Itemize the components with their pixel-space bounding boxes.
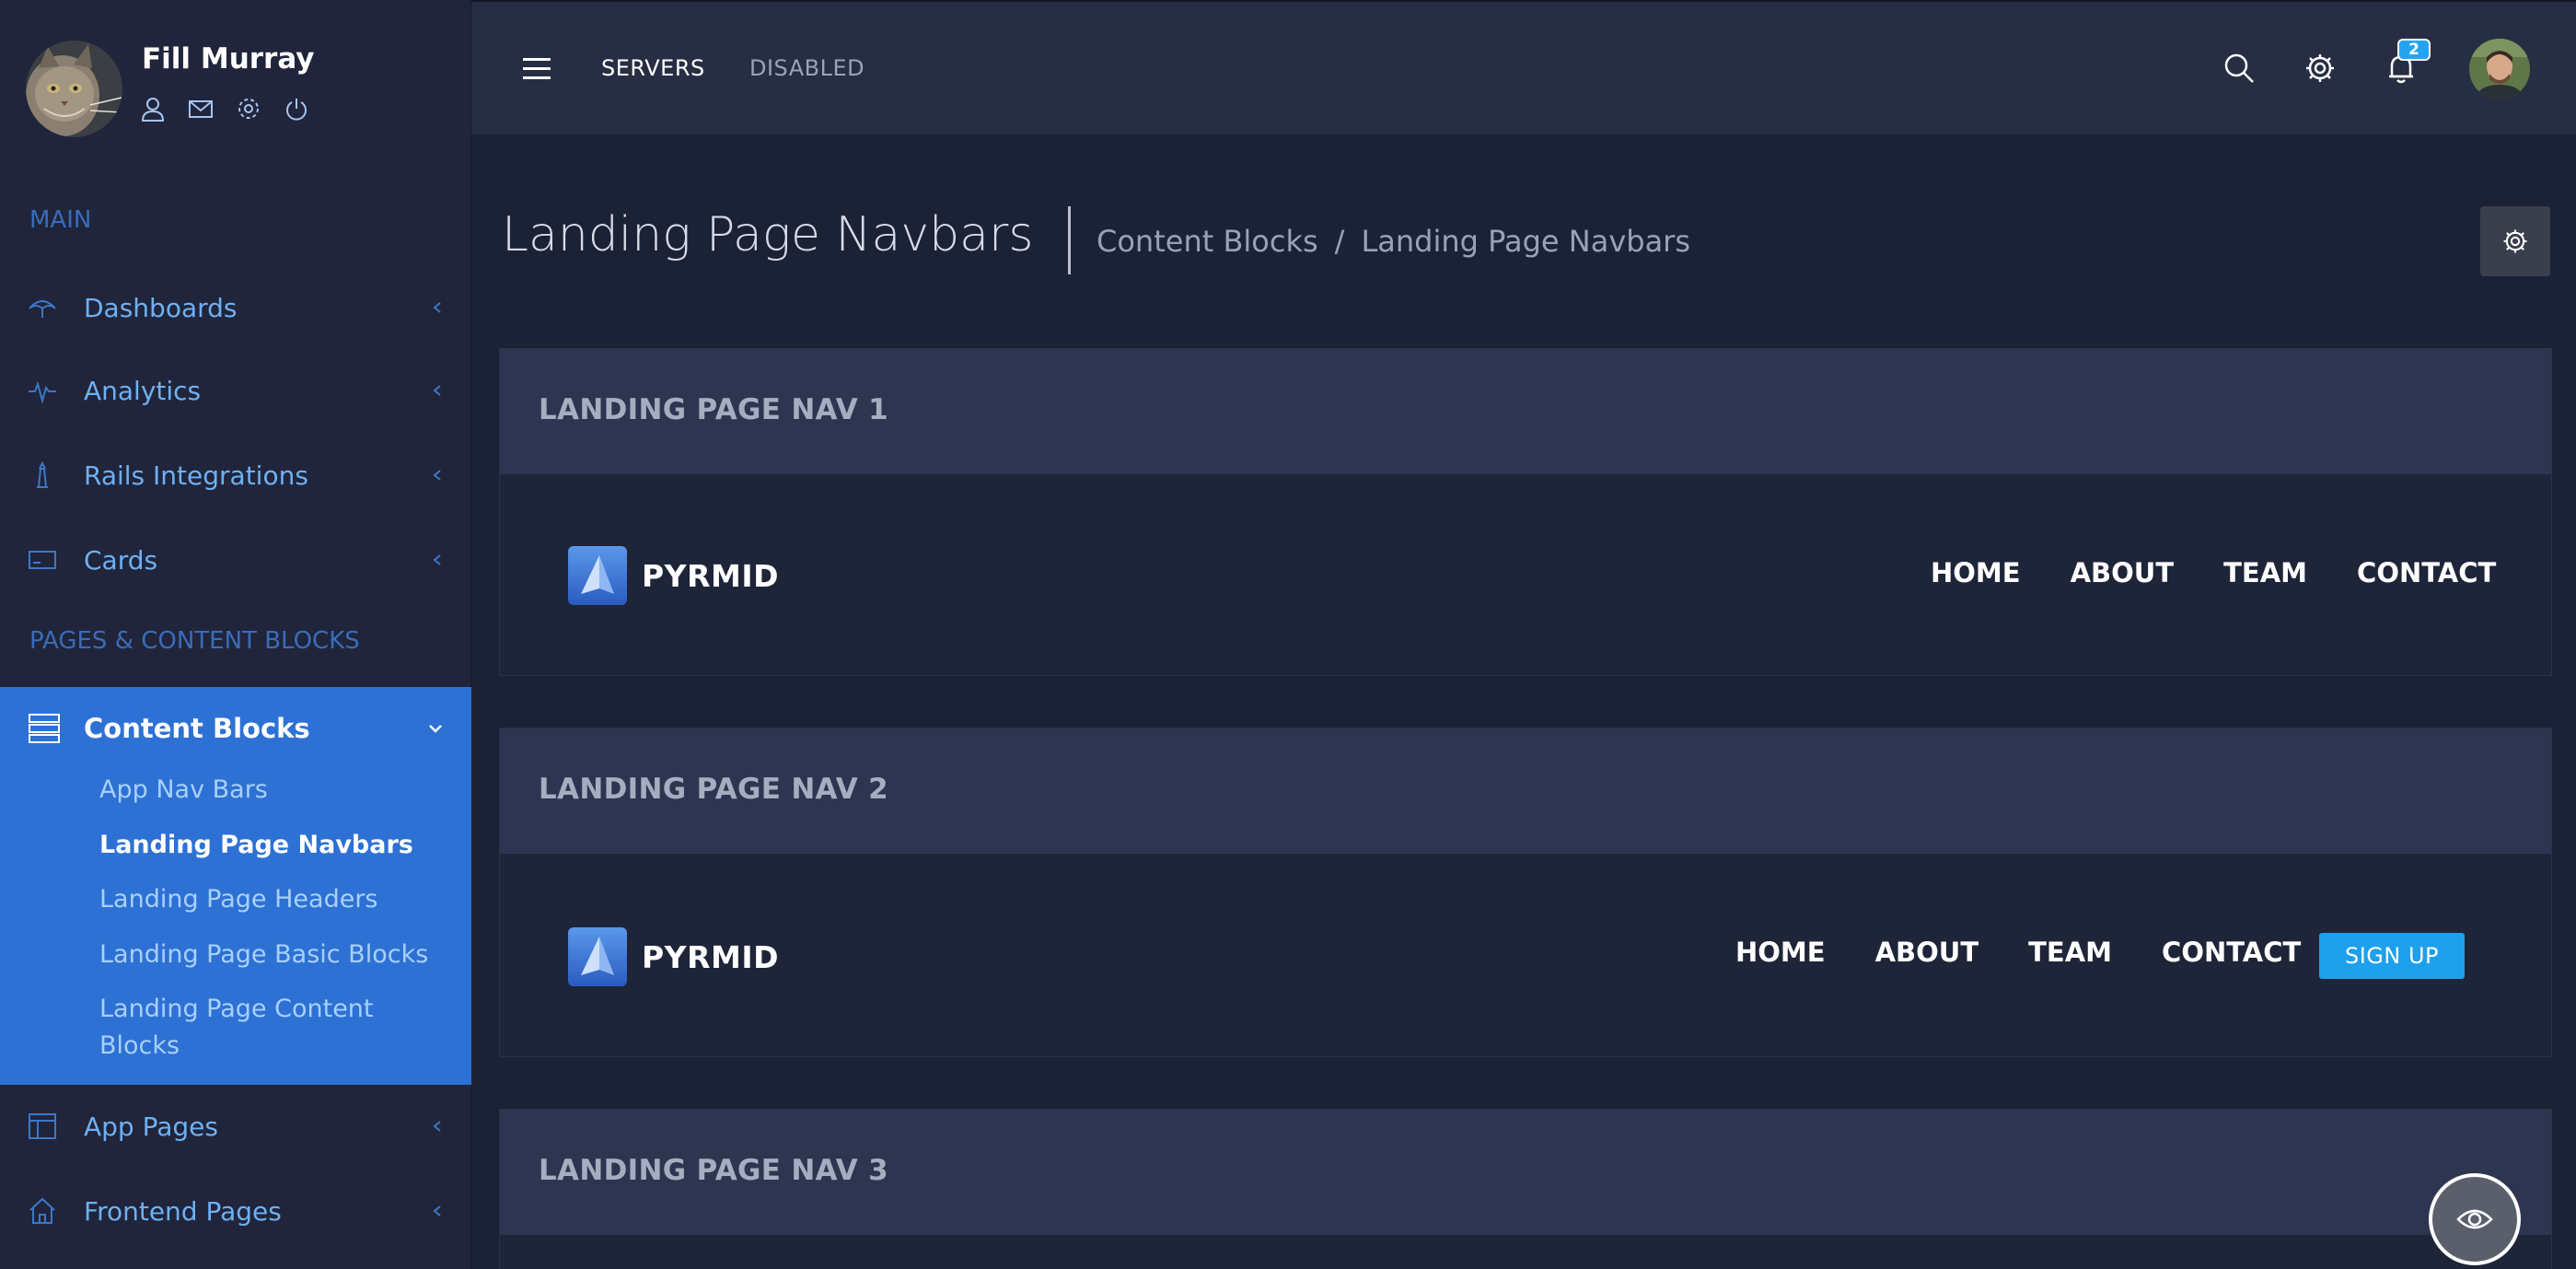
sidebar-item-label: Analytics bbox=[84, 375, 202, 406]
topbar-link-servers[interactable]: SERVERS bbox=[601, 55, 705, 81]
card-landing-page-nav-1: LANDING PAGE NAV 1 PYRMID HOME ABOUT TEA… bbox=[499, 348, 2552, 676]
gear-icon bbox=[2503, 229, 2527, 253]
chevron-left-icon bbox=[431, 469, 444, 482]
sidebar-item-label: Content Blocks bbox=[84, 713, 310, 744]
nav-link-home[interactable]: HOME bbox=[1931, 557, 2021, 588]
user-profile: Fill Murray bbox=[26, 41, 458, 142]
umbrella-icon bbox=[28, 294, 57, 321]
card-header: LANDING PAGE NAV 1 bbox=[500, 349, 2551, 474]
topbar-link-disabled[interactable]: DISABLED bbox=[749, 55, 864, 81]
section-pages-label: PAGES & CONTENT BLOCKS bbox=[29, 627, 360, 655]
hamburger-menu-icon[interactable] bbox=[523, 57, 552, 81]
sidebar-item-cards[interactable]: Cards bbox=[0, 530, 471, 590]
card-landing-page-nav-2: LANDING PAGE NAV 2 PYRMID HOME ABOUT TEA… bbox=[499, 728, 2552, 1057]
sidebar-item-content-blocks-header[interactable]: Content Blocks bbox=[0, 687, 471, 772]
card-title: LANDING PAGE NAV 1 bbox=[539, 393, 889, 426]
sidebar-item-label: Cards bbox=[84, 544, 158, 576]
nav-link-about[interactable]: ABOUT bbox=[1875, 937, 1979, 968]
lighthouse-icon bbox=[28, 461, 57, 489]
sidebar: Fill Murray MAIN Dashboards Analytics Ra… bbox=[0, 0, 471, 1269]
card-title: LANDING PAGE NAV 2 bbox=[539, 773, 889, 806]
user-icon[interactable] bbox=[140, 96, 166, 122]
nav-link-home[interactable]: HOME bbox=[1735, 937, 1826, 968]
sidebar-subitem-landing-page-headers[interactable]: Landing Page Headers bbox=[99, 881, 378, 918]
nav-links: HOME ABOUT TEAM CONTACT bbox=[1931, 557, 2496, 588]
chevron-down-icon bbox=[427, 722, 444, 735]
sidebar-item-label: Rails Integrations bbox=[84, 460, 308, 491]
sign-up-button[interactable]: SIGN UP bbox=[2319, 933, 2465, 979]
sidebar-item-label: Frontend Pages bbox=[84, 1195, 282, 1227]
search-icon[interactable] bbox=[2222, 52, 2256, 85]
brand-name: PYRMID bbox=[642, 557, 780, 594]
breadcrumb-separator: / bbox=[1334, 224, 1345, 259]
chevron-left-icon bbox=[431, 301, 444, 314]
avatar[interactable] bbox=[26, 41, 122, 137]
sidebar-item-label: App Pages bbox=[84, 1111, 218, 1142]
sidebar-item-dashboards[interactable]: Dashboards bbox=[0, 277, 471, 338]
section-main-label: MAIN bbox=[29, 206, 92, 234]
sidebar-subitem-landing-page-content-blocks[interactable]: Landing Page Content Blocks bbox=[99, 991, 431, 1065]
sidebar-item-label: Dashboards bbox=[84, 292, 238, 323]
nav-links: HOME ABOUT TEAM CONTACT bbox=[1735, 937, 2301, 968]
sidebar-subitem-landing-page-navbars[interactable]: Landing Page Navbars bbox=[99, 827, 413, 864]
chevron-left-icon bbox=[431, 553, 444, 566]
nav-link-team[interactable]: TEAM bbox=[2028, 937, 2112, 968]
nav-link-contact[interactable]: CONTACT bbox=[2162, 937, 2301, 968]
brand-name: PYRMID bbox=[642, 938, 780, 975]
pyramid-logo-icon bbox=[568, 546, 627, 605]
gear-icon[interactable] bbox=[236, 96, 261, 122]
user-avatar[interactable] bbox=[2469, 39, 2530, 99]
card-landing-page-nav-3: LANDING PAGE NAV 3 bbox=[499, 1109, 2552, 1269]
nav-link-contact[interactable]: CONTACT bbox=[2357, 557, 2496, 588]
brand[interactable]: PYRMID bbox=[568, 546, 779, 605]
sidebar-subitem-landing-page-basic-blocks[interactable]: Landing Page Basic Blocks bbox=[99, 937, 428, 973]
breadcrumb-item-current: Landing Page Navbars bbox=[1361, 224, 1690, 259]
top-navbar: SERVERS DISABLED 2 bbox=[471, 0, 2576, 134]
sidebar-item-content-blocks: Content Blocks App Nav Bars Landing Page… bbox=[0, 687, 471, 1085]
breadcrumb-item-content-blocks[interactable]: Content Blocks bbox=[1097, 224, 1318, 259]
pyramid-logo-icon bbox=[568, 927, 627, 986]
sidebar-item-frontend-pages[interactable]: Frontend Pages bbox=[0, 1181, 471, 1241]
eye-icon bbox=[2456, 1209, 2493, 1229]
breadcrumb: Content Blocks / Landing Page Navbars bbox=[1097, 224, 1690, 259]
page-settings-button[interactable] bbox=[2480, 206, 2550, 276]
layout-icon bbox=[28, 1112, 57, 1140]
sidebar-item-rails-integrations[interactable]: Rails Integrations bbox=[0, 445, 471, 506]
chevron-left-icon bbox=[431, 1205, 444, 1217]
notification-badge: 2 bbox=[2397, 39, 2431, 61]
chevron-left-icon bbox=[431, 384, 444, 397]
preview-toggle-button[interactable] bbox=[2429, 1173, 2521, 1265]
title-divider bbox=[1068, 206, 1071, 274]
sidebar-item-app-pages[interactable]: App Pages bbox=[0, 1096, 471, 1157]
card-title: LANDING PAGE NAV 3 bbox=[539, 1154, 889, 1187]
mail-icon[interactable] bbox=[188, 96, 214, 122]
home-icon bbox=[28, 1197, 57, 1225]
nav-link-about[interactable]: ABOUT bbox=[2071, 557, 2175, 588]
profile-name: Fill Murray bbox=[142, 42, 315, 76]
nav-link-team[interactable]: TEAM bbox=[2223, 557, 2307, 588]
brand[interactable]: PYRMID bbox=[568, 927, 779, 986]
page-title: Landing Page Navbars bbox=[502, 207, 1034, 262]
card-icon bbox=[28, 546, 57, 574]
card-header: LANDING PAGE NAV 3 bbox=[500, 1110, 2551, 1235]
chevron-left-icon bbox=[431, 1120, 444, 1133]
pulse-icon bbox=[28, 377, 57, 404]
gear-icon[interactable] bbox=[2303, 52, 2337, 85]
sidebar-item-analytics[interactable]: Analytics bbox=[0, 360, 471, 421]
list-icon bbox=[28, 713, 61, 744]
card-header: LANDING PAGE NAV 2 bbox=[500, 728, 2551, 854]
power-icon[interactable] bbox=[284, 96, 309, 122]
sidebar-subitem-app-nav-bars[interactable]: App Nav Bars bbox=[99, 772, 268, 809]
